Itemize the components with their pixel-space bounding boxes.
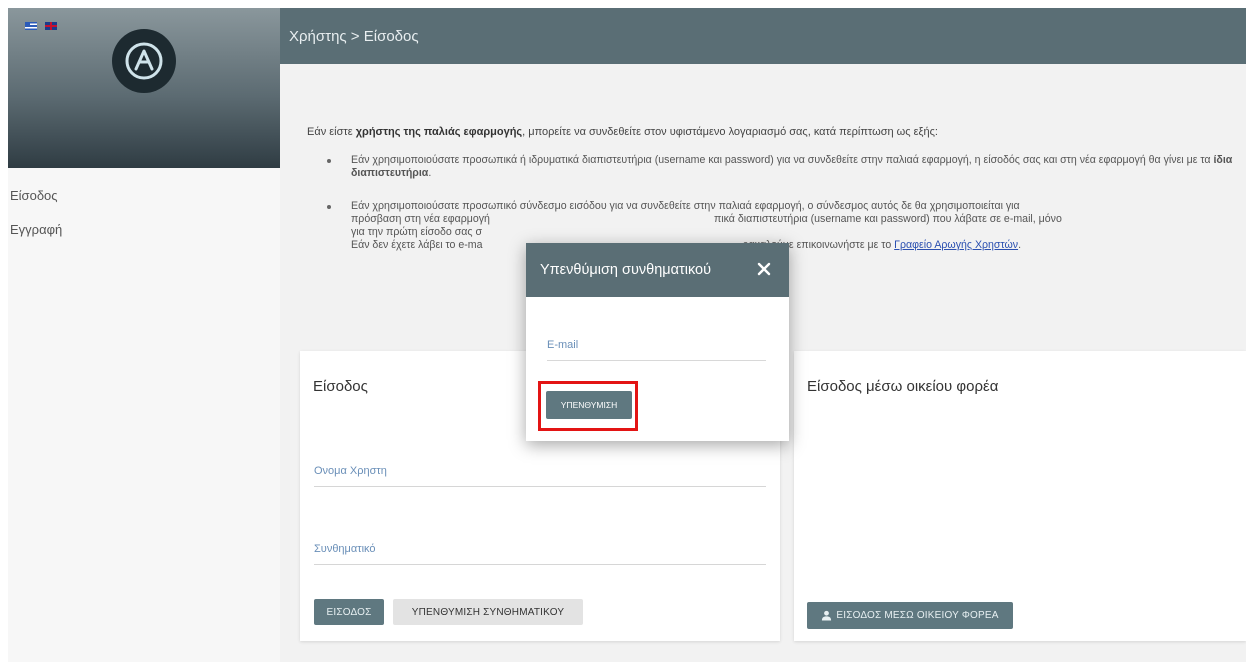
language-switcher xyxy=(25,22,57,30)
bullet-2-link-after: . xyxy=(1018,239,1022,251)
forgot-password-button[interactable]: ΥΠΕΝΘΥΜΙΣΗ ΣΥΝΘΗΜΑΤΙΚΟΥ xyxy=(393,599,583,625)
dialog-header: Υπενθύμιση συνθηματικού xyxy=(526,243,789,297)
send-reminder-button[interactable]: ΥΠΕΝΘΥΜΙΣΗ xyxy=(546,391,632,419)
breadcrumb: Χρήστης > Είσοδος xyxy=(280,8,1246,64)
greek-flag-icon[interactable] xyxy=(25,22,37,30)
intro-text-after: , μπορείτε να συνδεθείτε στον υφιστάμενο… xyxy=(522,126,938,138)
bullet-1-text: Εάν χρησιμοποιούσατε προσωπικά ή ιδρυματ… xyxy=(351,154,1214,166)
english-flag-icon[interactable] xyxy=(45,22,57,30)
intro-text-bold: χρήστης της παλιάς εφαρμογής xyxy=(355,126,523,138)
sidebar-header xyxy=(8,8,280,168)
login-card-title: Είσοδος xyxy=(313,378,368,395)
username-field[interactable]: Ονομα Χρηστη xyxy=(314,465,766,487)
app-logo xyxy=(112,29,176,93)
bullet-1-after: . xyxy=(428,167,432,179)
bullet-2-line-2-right: πικά διαπιστευτήρια (username και passwo… xyxy=(713,213,1062,225)
institution-login-button[interactable]: ΕΙΣΟΔΟΣ ΜΕΣΩ ΟΙΚΕΙΟΥ ΦΟΡΕΑ xyxy=(807,602,1013,629)
sidebar-nav: Είσοδος Εγγραφή xyxy=(8,178,280,246)
password-reminder-dialog: Υπενθύμιση συνθηματικού E-mail ΥΠΕΝΘΥΜΙΣ… xyxy=(526,243,789,441)
email-field[interactable]: E-mail xyxy=(547,339,766,361)
bullet-2-line-4: Εάν δεν έχετε λάβει το e-ma xyxy=(351,239,483,251)
institution-card-title: Είσοδος μέσω οικείου φορέα xyxy=(807,378,999,395)
person-icon xyxy=(822,610,832,621)
sidebar: Είσοδος Εγγραφή xyxy=(8,8,280,662)
institution-login-label: ΕΙΣΟΔΟΣ ΜΕΣΩ ΟΙΚΕΙΟΥ ΦΟΡΕΑ xyxy=(836,610,999,621)
close-icon[interactable] xyxy=(755,260,773,278)
intro-text: Εάν είστε χρήστης της παλιάς εφαρμογής, … xyxy=(307,126,1227,138)
bullet-2-line-3: για την πρώτη είσοδο σας σ xyxy=(351,226,482,238)
sidebar-item-login[interactable]: Είσοδος xyxy=(8,178,280,212)
list-item: Εάν χρησιμοποιούσατε προσωπικά ή ιδρυματ… xyxy=(307,154,1242,180)
help-desk-link[interactable]: Γραφείο Αρωγής Χρηστών xyxy=(894,239,1018,251)
app-frame: Είσοδος Εγγραφή Χρήστης > Είσοδος Εάν εί… xyxy=(8,8,1246,662)
institution-login-card: Είσοδος μέσω οικείου φορέα ΕΙΣΟΔΟΣ ΜΕΣΩ … xyxy=(794,351,1246,641)
login-button[interactable]: ΕΙΣΟΔΟΣ xyxy=(314,599,384,625)
bullet-2-line-2: πρόσβαση στη νέα εφαρμογή xyxy=(351,213,490,225)
bullet-2-line-1: Εάν χρησιμοποιούσατε προσωπικό σύνδεσμο … xyxy=(351,200,1020,212)
logo-a-icon xyxy=(125,42,163,80)
password-field[interactable]: Συνθηματικό xyxy=(314,543,766,565)
intro-text-before: Εάν είστε xyxy=(307,126,356,138)
sidebar-item-register[interactable]: Εγγραφή xyxy=(8,212,280,246)
dialog-title: Υπενθύμιση συνθηματικού xyxy=(540,262,712,278)
